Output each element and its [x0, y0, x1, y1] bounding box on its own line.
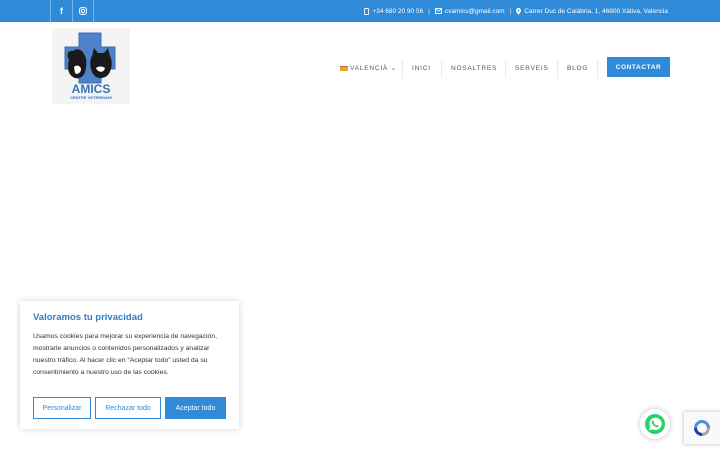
separator: | [428, 7, 430, 15]
contactar-button[interactable]: CONTACTAR [607, 57, 670, 77]
reject-all-cookies-button[interactable]: Rechazar todo [95, 397, 161, 419]
instagram-icon[interactable] [72, 0, 94, 22]
language-flag-icon [340, 66, 348, 71]
nav-item-blog[interactable]: BLOG [567, 62, 588, 76]
recaptcha-badge[interactable] [684, 412, 720, 444]
nav-item-inici[interactable]: INICI [412, 62, 431, 76]
phone-link[interactable]: +34 680 20 90 56 [372, 8, 423, 15]
map-pin-icon [516, 7, 522, 15]
nav-divider [441, 60, 442, 78]
logo-tagline-text: CENTRE VETERINARI [70, 95, 112, 100]
separator: | [509, 7, 512, 15]
logo-brand-text: AMICS [72, 82, 111, 96]
contact-info: +34 680 20 90 56 | cvamics@gmail.com | C… [364, 0, 668, 22]
email-icon [434, 8, 442, 14]
chevron-down-icon: ⌄ [390, 65, 397, 72]
phone-icon [364, 7, 370, 15]
nav-divider [557, 60, 558, 78]
logo-graphic: AMICS CENTRE VETERINARI [52, 28, 130, 104]
language-selector[interactable]: VALENCIÀ ⌄ [350, 62, 397, 76]
facebook-icon[interactable]: f [50, 0, 72, 22]
cookie-title: Valoramos tu privacidad [33, 312, 143, 323]
email-link[interactable]: cvamics@gmail.com [445, 8, 505, 15]
customize-cookies-button[interactable]: Personalizar [33, 397, 91, 419]
recaptcha-icon [694, 420, 710, 436]
nav-item-nosaltres[interactable]: NOSALTRES [451, 62, 497, 76]
cookie-description: Usamos cookies para mejorar su experienc… [33, 333, 217, 376]
language-label: VALENCIÀ [350, 65, 389, 72]
address-text: Carrer Duc de Calàbria, 1, 46800 Xàtiva,… [524, 7, 668, 15]
whatsapp-icon [645, 414, 665, 434]
whatsapp-button[interactable] [640, 409, 670, 439]
site-logo[interactable]: AMICS CENTRE VETERINARI [52, 28, 130, 104]
instagram-glyph [79, 7, 87, 15]
nav-divider [505, 60, 506, 78]
nav-item-serveis[interactable]: SERVEIS [515, 62, 549, 76]
accept-all-cookies-button[interactable]: Aceptar todo [165, 397, 226, 419]
nav-divider [402, 60, 403, 78]
nav-divider [597, 60, 598, 78]
